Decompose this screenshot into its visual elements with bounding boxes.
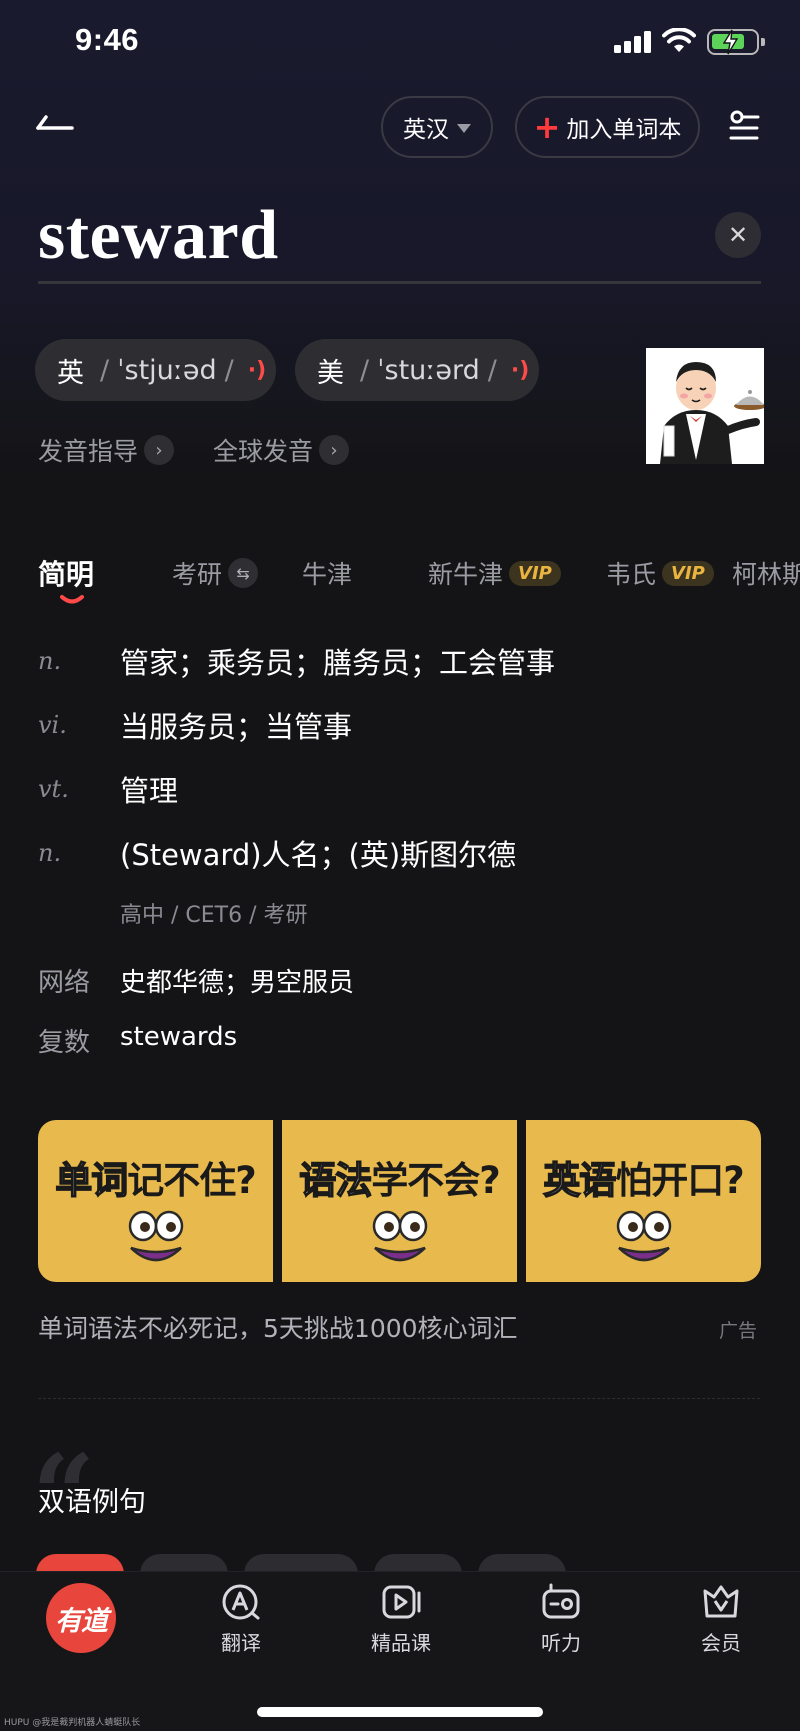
status-time: 9:46 bbox=[75, 22, 140, 57]
tab-kaoyan[interactable]: 考研 ⇆ bbox=[172, 555, 259, 591]
membership-crown-icon bbox=[703, 1585, 739, 1618]
close-icon: ✕ bbox=[727, 221, 749, 249]
wifi-icon bbox=[662, 28, 696, 52]
pronunciation-uk-label: 英 bbox=[57, 357, 84, 389]
smiley-face-icon bbox=[616, 1210, 671, 1262]
home-indicator[interactable] bbox=[257, 1707, 543, 1717]
cellular-signal-icon bbox=[614, 31, 652, 53]
youdao-home-button[interactable]: 有道 bbox=[46, 1583, 116, 1653]
language-selector[interactable]: 英汉 bbox=[381, 96, 493, 158]
video-play-icon bbox=[382, 1585, 421, 1619]
web-definition-value: 史都华德；男空服员 bbox=[120, 968, 355, 998]
waiter-illustration bbox=[646, 348, 764, 464]
smiley-face-icon bbox=[372, 1210, 427, 1262]
tab-collins[interactable]: 柯林斯 bbox=[732, 555, 800, 591]
clear-button[interactable]: ✕ bbox=[715, 212, 761, 258]
pronunciation-uk[interactable]: 英 / ˈstjuːəd / ·) bbox=[35, 339, 276, 401]
pronunciation-uk-ipa: ˈstjuːəd bbox=[117, 354, 217, 386]
ad-label: 广告 bbox=[719, 1320, 758, 1342]
exam-tags: 高中 / CET6 / 考研 bbox=[120, 903, 308, 928]
definition-text: 管理 bbox=[120, 774, 179, 808]
plural-label: 复数 bbox=[38, 1028, 91, 1058]
chevron-right-icon: › bbox=[144, 435, 175, 465]
nav-membership[interactable]: 会员 bbox=[666, 1583, 776, 1656]
chevron-right-icon: › bbox=[319, 435, 350, 465]
examples-section-title: 双语例句 bbox=[38, 1487, 146, 1518]
web-definition-label: 网络 bbox=[38, 968, 91, 998]
swap-icon: ⇆ bbox=[228, 558, 259, 588]
global-pronunciation-label: 全球发音 bbox=[213, 437, 314, 466]
nav-premium-courses[interactable]: 精品课 bbox=[346, 1583, 456, 1656]
part-of-speech: n. bbox=[38, 647, 62, 675]
headword: steward bbox=[38, 197, 279, 274]
vip-badge: VIP bbox=[662, 560, 714, 586]
definition-text: (Steward)人名；(英)斯图尔德 bbox=[120, 838, 517, 872]
tab-active-indicator bbox=[60, 595, 84, 604]
plural-value: stewards bbox=[120, 1022, 238, 1052]
add-to-wordbook-button[interactable]: + 加入单词本 bbox=[515, 96, 700, 158]
global-pronunciation-link[interactable]: 全球发音 › bbox=[213, 432, 350, 468]
plus-icon: + bbox=[533, 108, 561, 146]
back-arrow-icon[interactable] bbox=[36, 112, 74, 132]
ad-banner-card[interactable]: 英语怕开口? bbox=[526, 1120, 761, 1282]
watermark: HUPU @我是裁判机器人蜻蜓队长 bbox=[4, 1718, 141, 1728]
pronunciation-us-ipa: ˈstuːərd bbox=[377, 354, 480, 386]
caret-down-icon bbox=[457, 124, 471, 133]
radio-icon bbox=[542, 1583, 580, 1619]
part-of-speech: vt. bbox=[38, 775, 69, 803]
ad-banner-card[interactable]: 语法学不会? bbox=[282, 1120, 517, 1282]
nav-listening[interactable]: 听力 bbox=[506, 1583, 616, 1656]
tab-new-oxford[interactable]: 新牛津 VIP bbox=[428, 555, 561, 591]
language-selector-label: 英汉 bbox=[403, 117, 449, 143]
divider bbox=[38, 1398, 760, 1399]
part-of-speech: vi. bbox=[38, 711, 67, 739]
settings-sliders-icon[interactable] bbox=[728, 110, 760, 142]
definition-text: 管家；乘务员；膳务员；工会管事 bbox=[120, 646, 556, 680]
battery-icon bbox=[707, 29, 765, 55]
translate-icon bbox=[222, 1584, 260, 1620]
pronunciation-us[interactable]: 美 / ˈstuːərd / ·) bbox=[295, 339, 539, 401]
ad-banner-card[interactable]: 单词记不住? bbox=[38, 1120, 273, 1282]
part-of-speech: n. bbox=[38, 839, 62, 867]
definition-text: 当服务员；当管事 bbox=[120, 710, 353, 744]
smiley-face-icon bbox=[128, 1210, 183, 1262]
add-to-wordbook-label: 加入单词本 bbox=[566, 117, 682, 143]
tab-oxford[interactable]: 牛津 bbox=[302, 555, 352, 591]
ad-caption[interactable]: 单词语法不必死记，5天挑战1000核心词汇 bbox=[38, 1309, 518, 1345]
pronunciation-guide-label: 发音指导 bbox=[38, 437, 139, 466]
tab-webster[interactable]: 韦氏 VIP bbox=[606, 555, 714, 591]
speaker-icon: ·) bbox=[247, 357, 267, 383]
tab-concise[interactable]: 简明 bbox=[38, 553, 94, 593]
divider bbox=[38, 281, 761, 284]
pronunciation-guide-link[interactable]: 发音指导 › bbox=[38, 432, 175, 468]
youdao-logo: 有道 bbox=[55, 1605, 108, 1637]
pronunciation-us-label: 美 bbox=[317, 357, 344, 389]
speaker-icon: ·) bbox=[510, 357, 530, 383]
vip-badge: VIP bbox=[509, 560, 561, 586]
nav-translate[interactable]: 翻译 bbox=[186, 1583, 296, 1656]
